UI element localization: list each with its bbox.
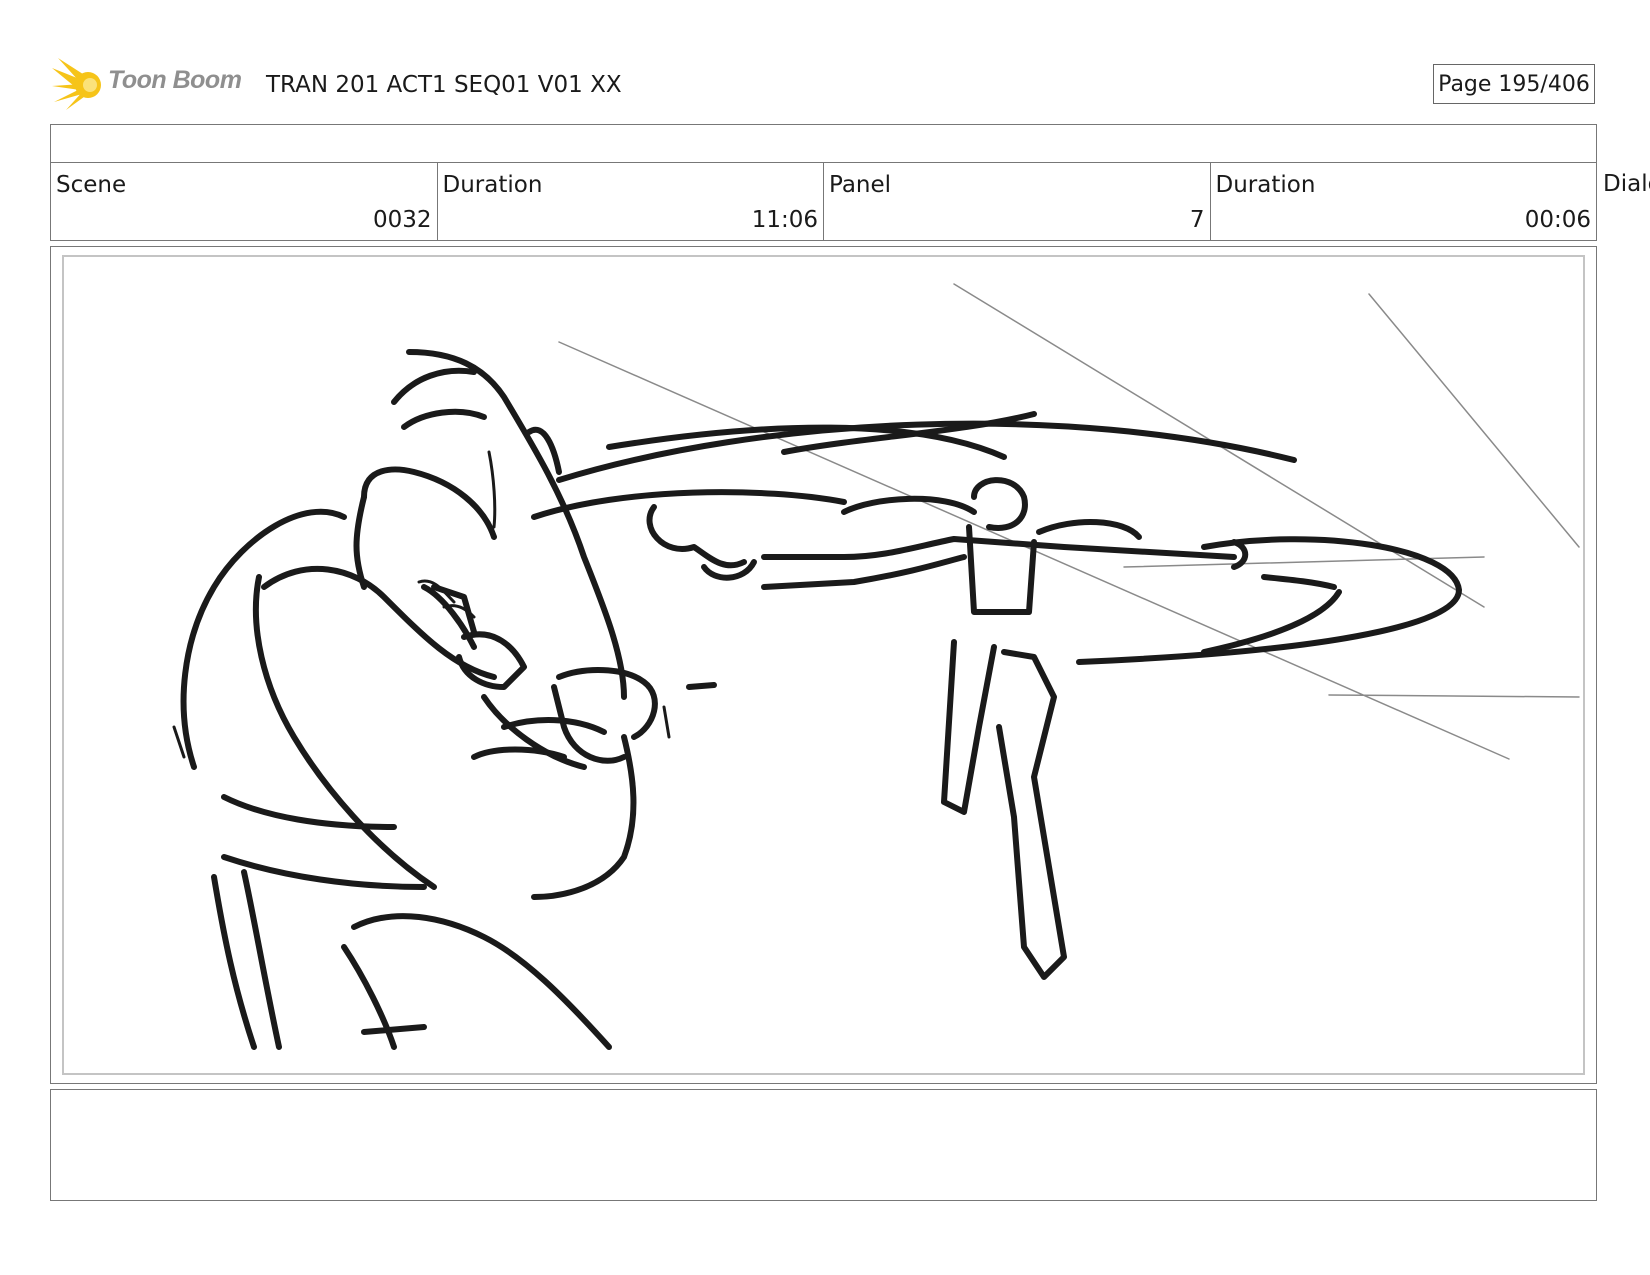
foreground-character — [180, 349, 717, 1050]
scene-duration-label: Duration — [442, 172, 543, 198]
document-title: TRAN 201 ACT1 SEQ01 V01 XX — [266, 72, 622, 98]
scene-label: Scene — [56, 172, 127, 198]
scene-info-row: Scene 0032 Duration 11:06 Panel 7 Durati… — [50, 162, 1597, 241]
storyboard-panel — [50, 246, 1597, 1084]
scene-value: 0032 — [372, 207, 432, 233]
header-strip — [50, 124, 1597, 163]
scene-duration-cell: Duration 11:06 — [438, 163, 824, 240]
sunburst-icon — [52, 58, 101, 110]
panel-sketch — [172, 283, 1580, 1050]
panel-cell: Panel 7 — [824, 163, 1211, 240]
panel-duration-cell: Duration 00:06 — [1211, 163, 1597, 240]
rotor-blur — [531, 411, 1462, 665]
toon-boom-logo: Toon Boom — [52, 58, 252, 112]
panel-label: Panel — [829, 172, 892, 198]
figure-sketch — [646, 477, 1249, 980]
page-indicator: Page 195/406 — [1433, 64, 1595, 104]
panel-notes-box — [50, 1089, 1597, 1201]
scene-duration-value: 11:06 — [751, 207, 818, 233]
panel-duration-label: Duration — [1215, 172, 1316, 198]
scene-cell: Scene 0032 — [51, 163, 438, 240]
detail-strokes — [172, 450, 671, 759]
panel-value: 7 — [1189, 207, 1205, 233]
logo-wordmark: Toon Boom — [108, 66, 242, 94]
panel-drawing-area — [62, 255, 1585, 1075]
dialog-label: Dialo — [1603, 171, 1650, 197]
panel-duration-value: 00:06 — [1524, 207, 1591, 233]
